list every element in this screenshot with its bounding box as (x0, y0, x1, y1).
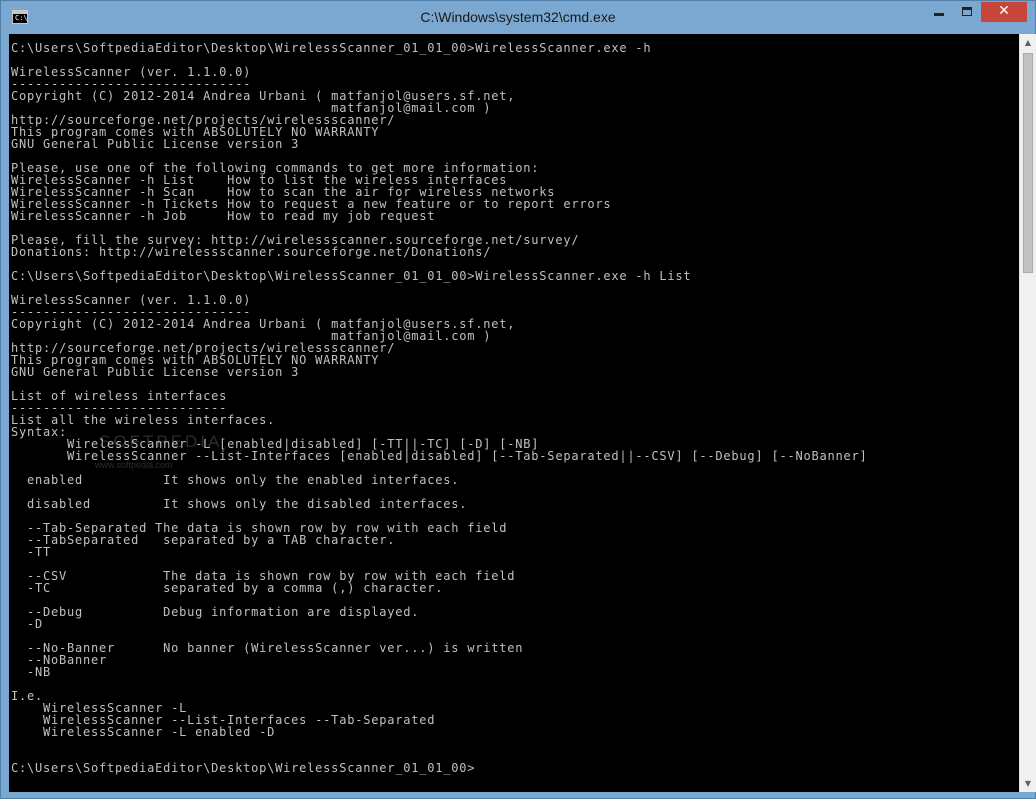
console-line: --Debug Debug information are displayed. (11, 605, 420, 619)
console-line: C:\Users\SoftpediaEditor\Desktop\Wireles… (11, 41, 652, 55)
maximize-icon (962, 7, 972, 16)
console-line: enabled It shows only the enabled interf… (11, 473, 460, 487)
softpedia-watermark-url: www.softpedia.com (95, 460, 173, 470)
minimize-icon (934, 13, 944, 16)
console-line: WirelessScanner -h Job How to read my jo… (11, 209, 436, 223)
console-line: GNU General Public License version 3 (11, 137, 300, 151)
cmd-window: C:\ C:\Windows\system32\cmd.exe ✕ C:\Use… (0, 0, 1036, 799)
minimize-button[interactable] (925, 2, 954, 22)
console-line: C:\Users\SoftpediaEditor\Desktop\Wireles… (11, 761, 476, 775)
vertical-scrollbar[interactable]: ▲ ▼ (1019, 34, 1036, 792)
console-line: -TC separated by a comma (,) character. (11, 581, 444, 595)
console-line: GNU General Public License version 3 (11, 365, 300, 379)
console-line: C:\Users\SoftpediaEditor\Desktop\Wireles… (11, 269, 692, 283)
maximize-button[interactable] (954, 2, 981, 22)
console-line: WirelessScanner -L enabled -D (11, 725, 276, 739)
console-line: Donations: http://wirelessscanner.source… (11, 245, 492, 259)
close-button[interactable]: ✕ (981, 2, 1027, 22)
title-bar[interactable]: C:\ C:\Windows\system32\cmd.exe ✕ (1, 1, 1035, 34)
close-icon: ✕ (998, 3, 1010, 19)
console-line: -NB (11, 665, 52, 679)
softpedia-watermark: SOFTPEDIA (99, 432, 223, 451)
scroll-up-arrow-icon[interactable]: ▲ (1020, 34, 1036, 51)
console-output-area[interactable]: C:\Users\SoftpediaEditor\Desktop\Wireles… (9, 34, 1019, 792)
console-line: -TT (11, 545, 52, 559)
console-line: -D (11, 617, 44, 631)
window-title: C:\Windows\system32\cmd.exe (420, 9, 616, 25)
console-line: disabled It shows only the disabled inte… (11, 497, 468, 511)
console-line: --TabSeparated separated by a TAB charac… (11, 533, 396, 547)
scroll-down-arrow-icon[interactable]: ▼ (1020, 775, 1036, 792)
scrollbar-thumb[interactable] (1023, 53, 1033, 273)
console-text: C:\Users\SoftpediaEditor\Desktop\Wireles… (11, 42, 868, 774)
